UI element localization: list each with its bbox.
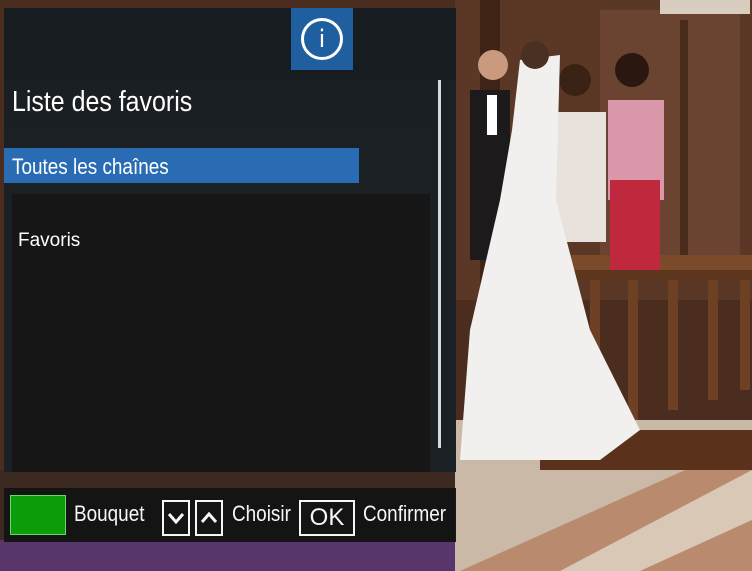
list-item-selected[interactable]: Toutes les chaînes bbox=[4, 148, 359, 183]
key-hint-bar: Bouquet Choisir OK Confirmer bbox=[4, 488, 456, 542]
ok-key-button[interactable]: OK bbox=[299, 500, 355, 536]
choisir-label: Choisir bbox=[232, 501, 291, 526]
up-key-button[interactable] bbox=[195, 500, 223, 536]
scrollbar[interactable] bbox=[438, 80, 441, 448]
chevron-up-icon bbox=[200, 511, 218, 523]
green-key-button[interactable] bbox=[10, 495, 66, 535]
selected-item-label: Toutes les chaînes bbox=[12, 154, 169, 179]
down-key-button[interactable] bbox=[162, 500, 190, 536]
info-button[interactable]: i bbox=[291, 8, 353, 70]
info-icon: i bbox=[301, 18, 343, 60]
favorites-panel: i Liste des favoris Toutes les chaînes F… bbox=[4, 8, 456, 472]
confirmer-label: Confirmer bbox=[363, 501, 447, 526]
panel-header bbox=[4, 8, 456, 80]
chevron-down-icon bbox=[167, 513, 185, 525]
page-title: Liste des favoris bbox=[12, 86, 193, 118]
list-item-favoris[interactable]: Favoris bbox=[18, 230, 80, 252]
bouquet-label: Bouquet bbox=[74, 501, 145, 526]
favorites-list: Favoris bbox=[12, 194, 430, 472]
